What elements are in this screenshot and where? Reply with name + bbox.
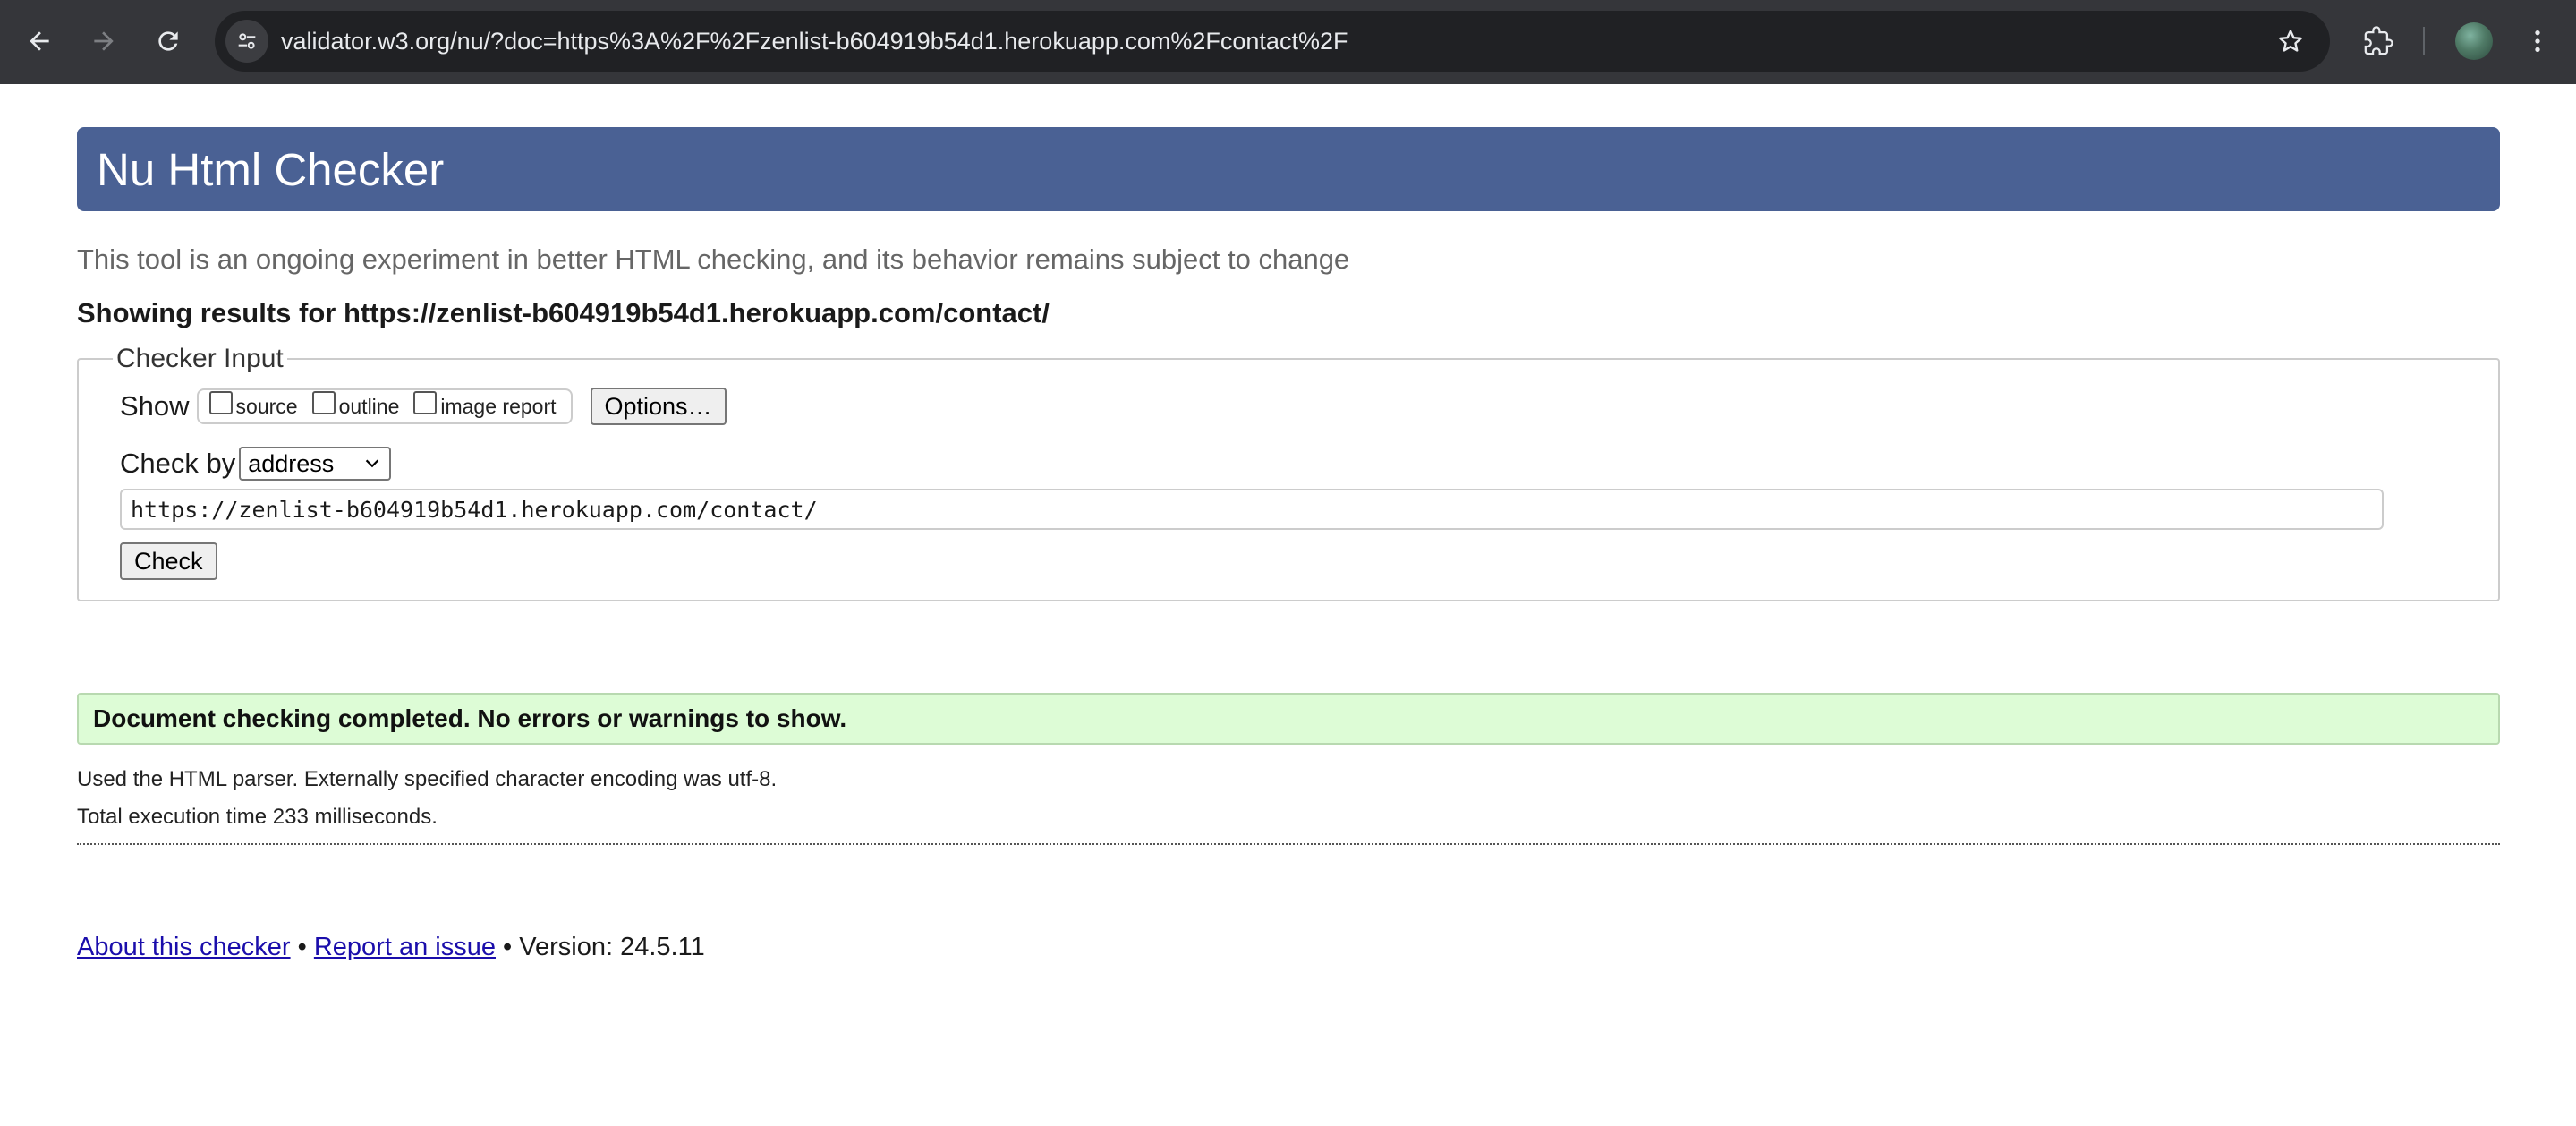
tune-icon (238, 33, 256, 49)
dotted-divider (77, 843, 2500, 845)
puzzle-icon (2364, 26, 2393, 55)
version-text: • Version: 24.5.11 (495, 933, 705, 961)
show-image-report-label[interactable]: image report (440, 395, 556, 419)
chevron-down-icon (366, 459, 379, 468)
check-by-value: address (248, 449, 335, 477)
check-row: Check (120, 542, 2498, 580)
check-button[interactable]: Check (120, 542, 217, 580)
check-by-select[interactable]: address (239, 447, 392, 481)
kebab-menu-icon (2535, 30, 2540, 52)
showing-results-heading: Showing results for https://zenlist-b604… (77, 297, 1050, 328)
options-button[interactable]: Options… (590, 388, 727, 425)
show-label: Show (120, 390, 190, 422)
bookmark-button[interactable] (2273, 23, 2308, 59)
result-details: Used the HTML parser. Externally specifi… (77, 761, 2500, 836)
tagline: This tool is an ongoing experiment in be… (77, 243, 1350, 275)
success-message: Document checking completed. No errors o… (77, 693, 2500, 745)
show-image-report-option[interactable]: image report (408, 391, 557, 419)
parser-info: Used the HTML parser. Externally specifi… (77, 767, 778, 791)
arrow-left-icon (30, 31, 49, 51)
show-outline-option[interactable]: outline (307, 391, 400, 419)
show-outline-checkbox[interactable] (311, 391, 336, 414)
footer: About this checker • Report an issue • V… (77, 933, 2500, 962)
address-bar[interactable]: validator.w3.org/nu/?doc=https%3A%2F%2Fz… (215, 11, 2330, 72)
extensions-button[interactable] (2357, 20, 2400, 63)
back-button[interactable] (18, 20, 61, 63)
reload-icon (158, 31, 178, 51)
forward-button[interactable] (82, 20, 125, 63)
toolbar-divider (2423, 27, 2425, 55)
profile-avatar[interactable] (2455, 22, 2493, 60)
reload-button[interactable] (147, 20, 190, 63)
url-text[interactable]: validator.w3.org/nu/?doc=https%3A%2F%2Fz… (281, 11, 1348, 72)
show-options-group: source outline image report (196, 388, 573, 424)
page-title: Nu Html Checker (97, 143, 445, 195)
document-url-input[interactable]: https://zenlist-b604919b54d1.herokuapp.c… (120, 489, 2384, 530)
site-info-button[interactable] (225, 20, 268, 63)
star-icon (2279, 30, 2302, 52)
show-source-label[interactable]: source (236, 395, 298, 419)
browser-menu-button[interactable] (2520, 20, 2555, 63)
show-source-checkbox[interactable] (208, 391, 233, 414)
show-outline-label[interactable]: outline (339, 395, 400, 419)
arrow-right-icon (94, 31, 114, 51)
show-row: Show source outline image report Options… (120, 387, 2498, 426)
check-by-label: Check by (120, 448, 236, 479)
checker-input-legend: Checker Input (116, 344, 284, 373)
browser-toolbar: validator.w3.org/nu/?doc=https%3A%2F%2Fz… (0, 0, 2576, 84)
report-issue-link[interactable]: Report an issue (314, 933, 496, 961)
title-bar: Nu Html Checker (77, 127, 2500, 211)
execution-time: Total execution time 233 milliseconds. (77, 805, 438, 829)
check-by-row: Check by address (120, 446, 2498, 482)
about-checker-link[interactable]: About this checker (77, 933, 291, 961)
show-image-report-checkbox[interactable] (413, 391, 438, 414)
footer-separator: • (290, 933, 314, 961)
page-content: Nu Html Checker This tool is an ongoing … (77, 84, 2500, 962)
show-source-option[interactable]: source (204, 391, 298, 419)
checker-input-fieldset: Checker Input Show source outline image … (77, 344, 2500, 601)
